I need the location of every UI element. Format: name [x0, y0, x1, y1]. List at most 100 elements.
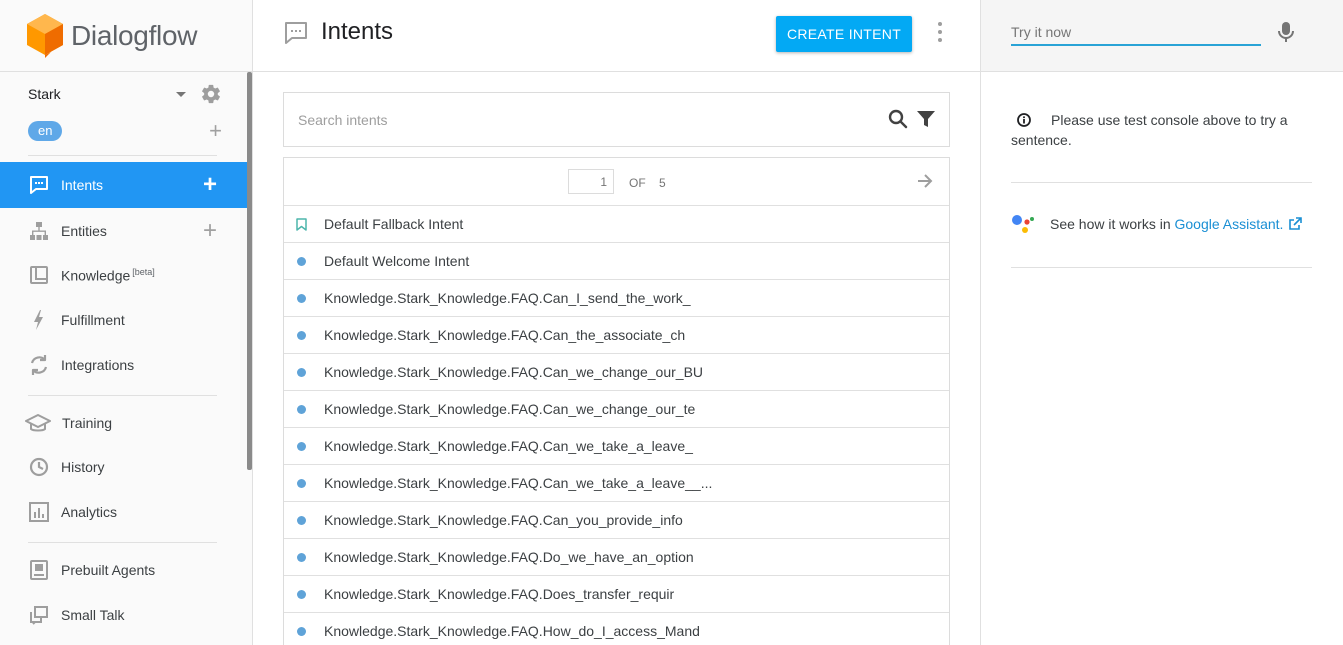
search-icon[interactable]	[888, 109, 908, 129]
sidebar-item-analytics[interactable]: Analytics	[0, 489, 247, 535]
sidebar-item-prebuilt-agents[interactable]: Prebuilt Agents	[0, 547, 247, 593]
intent-name: Knowledge.Stark_Knowledge.FAQ.Can_we_tak…	[324, 475, 713, 491]
brand-name: Dialogflow	[71, 19, 198, 51]
lightning-icon	[28, 309, 50, 331]
external-link-icon[interactable]	[1288, 217, 1303, 231]
language-row: en +	[28, 120, 222, 142]
graduation-cap-icon	[25, 412, 51, 434]
filter-icon[interactable]	[916, 110, 936, 128]
chevron-down-icon[interactable]	[176, 91, 186, 97]
microphone-icon[interactable]	[1278, 21, 1294, 43]
intent-status-dot	[297, 552, 306, 562]
info-icon	[1017, 113, 1031, 127]
sidebar-item-label: Small Talk	[61, 607, 125, 623]
intent-status-dot	[297, 293, 306, 303]
divider	[28, 395, 217, 396]
search-input[interactable]	[298, 107, 858, 133]
intent-row[interactable]: Knowledge.Stark_Knowledge.FAQ.Does_trans…	[284, 576, 949, 613]
intent-name: Knowledge.Stark_Knowledge.FAQ.Can_I_send…	[324, 290, 691, 306]
divider	[28, 542, 217, 543]
search-bar	[283, 92, 950, 147]
sidebar-item-label: Training	[62, 415, 113, 431]
intent-row[interactable]: Knowledge.Stark_Knowledge.FAQ.Do_we_have…	[284, 539, 949, 576]
add-entity-icon[interactable]: +	[203, 217, 217, 245]
sidebar-scrollbar[interactable]	[247, 72, 252, 470]
intent-status-dot	[297, 256, 306, 266]
sidebar-item-label: Entities	[61, 223, 107, 239]
hierarchy-icon	[28, 220, 50, 242]
chat-bubble-icon	[28, 174, 50, 196]
intent-row[interactable]: Default Fallback Intent	[284, 206, 949, 243]
intent-status-dot	[297, 589, 306, 599]
intent-name: Knowledge.Stark_Knowledge.FAQ.How_do_I_a…	[324, 623, 700, 639]
beta-badge: [beta]	[132, 266, 155, 277]
google-assistant-icon	[1011, 211, 1037, 237]
test-console-panel: Please use test console above to try a s…	[980, 0, 1343, 645]
info-text: Please use test console above to try a s…	[1011, 112, 1288, 148]
try-it-bar	[981, 0, 1343, 72]
sync-icon	[28, 354, 50, 376]
intent-row[interactable]: Knowledge.Stark_Knowledge.FAQ.Can_we_tak…	[284, 465, 949, 502]
intent-name: Knowledge.Stark_Knowledge.FAQ.Can_we_cha…	[324, 364, 704, 380]
sidebar-item-intents[interactable]: Intents +	[0, 162, 247, 208]
intent-rows: Default Fallback Intent Default Welcome I…	[284, 206, 949, 645]
sidebar-item-history[interactable]: History	[0, 444, 247, 490]
main-panel: Intents CREATE INTENT OF 5 Default Fallb…	[253, 0, 980, 645]
intent-status-dot	[297, 515, 306, 525]
intent-name: Knowledge.Stark_Knowledge.FAQ.Can_we_cha…	[324, 401, 696, 417]
sidebar-item-label: Knowledge	[61, 267, 131, 284]
assistant-text: See how it works in Google Assistant.	[1050, 216, 1284, 232]
sidebar-item-label: Integrations	[61, 357, 135, 373]
info-message: Please use test console above to try a s…	[1011, 110, 1312, 150]
sidebar: Dialogflow Stark en + Intents + Entities…	[0, 0, 253, 645]
google-assistant-link[interactable]: Google Assistant.	[1175, 216, 1284, 232]
sidebar-item-fulfillment[interactable]: Fulfillment	[0, 297, 247, 343]
sidebar-item-label: Prebuilt Agents	[61, 562, 156, 578]
pagination: OF 5	[284, 158, 949, 206]
sidebar-item-label: Analytics	[61, 504, 118, 520]
intent-name: Knowledge.Stark_Knowledge.FAQ.Can_we_tak…	[324, 438, 693, 454]
pager-of-label: OF	[629, 176, 646, 190]
intent-row[interactable]: Knowledge.Stark_Knowledge.FAQ.Can_the_as…	[284, 317, 949, 354]
intent-row[interactable]: Knowledge.Stark_Knowledge.FAQ.Can_I_send…	[284, 280, 949, 317]
intent-row[interactable]: Knowledge.Stark_Knowledge.FAQ.How_do_I_a…	[284, 613, 949, 645]
book-icon	[28, 264, 50, 286]
intent-name: Knowledge.Stark_Knowledge.FAQ.Does_trans…	[324, 586, 675, 602]
intent-name: Knowledge.Stark_Knowledge.FAQ.Do_we_have…	[324, 549, 694, 565]
logo-bar: Dialogflow	[0, 0, 252, 72]
intent-status-dot	[297, 478, 306, 488]
page-title: Intents	[321, 18, 394, 45]
sidebar-item-integrations[interactable]: Integrations	[0, 342, 247, 388]
intent-row[interactable]: Knowledge.Stark_Knowledge.FAQ.Can_we_cha…	[284, 391, 949, 428]
sidebar-item-training[interactable]: Training	[0, 400, 247, 446]
sidebar-item-label: History	[61, 459, 105, 475]
intent-row[interactable]: Default Welcome Intent	[284, 243, 949, 280]
sidebar-item-entities[interactable]: Entities +	[0, 208, 247, 254]
page-number-input[interactable]	[568, 169, 614, 194]
bar-chart-icon	[28, 501, 50, 523]
create-intent-button[interactable]: CREATE INTENT	[776, 16, 912, 52]
divider	[28, 155, 217, 156]
chat-bubble-icon	[285, 22, 307, 44]
bookmark-icon	[296, 217, 307, 231]
intent-row[interactable]: Knowledge.Stark_Knowledge.FAQ.Can_you_pr…	[284, 502, 949, 539]
clock-icon	[28, 456, 50, 478]
agent-book-icon	[28, 559, 50, 581]
language-badge[interactable]: en	[28, 121, 63, 141]
add-intent-icon[interactable]: +	[203, 171, 217, 199]
main-header: Intents CREATE INTENT	[253, 0, 980, 72]
sidebar-item-small-talk[interactable]: Small Talk	[0, 592, 247, 638]
arrow-right-icon[interactable]	[916, 172, 934, 190]
add-language-icon[interactable]: +	[209, 120, 222, 142]
intent-name: Default Fallback Intent	[324, 216, 464, 232]
try-it-input[interactable]	[1011, 20, 1261, 46]
intent-row[interactable]: Knowledge.Stark_Knowledge.FAQ.Can_we_tak…	[284, 428, 949, 465]
sidebar-item-knowledge[interactable]: Knowledge [beta]	[0, 252, 247, 298]
dialogflow-logo-icon	[27, 13, 63, 58]
agent-selector[interactable]: Stark	[28, 82, 222, 106]
intent-row[interactable]: Knowledge.Stark_Knowledge.FAQ.Can_we_cha…	[284, 354, 949, 391]
intents-list: OF 5 Default Fallback Intent Default Welc…	[283, 157, 950, 645]
gear-icon[interactable]	[200, 83, 222, 105]
sidebar-item-label: Fulfillment	[61, 312, 125, 328]
more-vert-icon[interactable]	[933, 20, 947, 44]
